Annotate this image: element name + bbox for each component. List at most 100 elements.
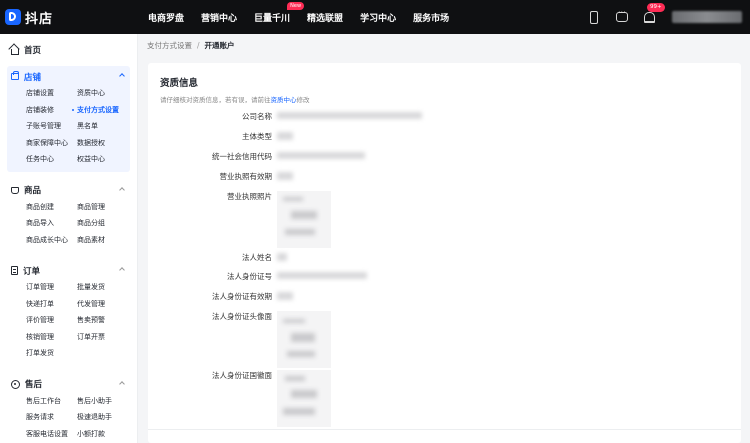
sidebar-item-order-manage[interactable]: 订单管理 [26,279,77,296]
field-license-validity: 营业执照有效期 [148,171,293,182]
after-sale-icon [11,379,20,389]
field-subject-type: 主体类型 [148,131,293,142]
sidebar-item-service-phone[interactable]: 客服电话设置 [26,426,77,443]
sidebar-item-sub-accounts[interactable]: 子账号管理 [26,118,77,135]
sidebar-item-task-center[interactable]: 任务中心 [26,151,77,168]
message-icon[interactable] [616,8,628,22]
sidebar-group-label: 商品 [24,186,42,196]
sidebar-item-after-sales-assistant[interactable]: 售后小助手 [77,393,137,410]
sidebar-item-product-materials[interactable]: 商品素材 [77,232,137,249]
redacted-value [277,132,293,140]
redacted-value [277,152,365,159]
sidebar-item-reviews[interactable]: 评价管理 [26,312,77,329]
sidebar-item-invoices[interactable]: 订单开票 [77,329,137,346]
sidebar-item-merchant-guarantee[interactable]: 商家保障中心 [26,135,77,152]
nav-item-alliance[interactable]: 精选联盟 [307,11,343,24]
sidebar-item-qualification-center[interactable]: 资质中心 [77,85,137,102]
bell-icon [644,12,655,23]
sidebar-item-product-import[interactable]: 商品导入 [26,215,77,232]
breadcrumb: 支付方式设置 / 开通账户 [139,34,750,58]
sidebar-item-dropship[interactable]: 代发管理 [77,296,137,313]
sidebar-item-benefits-center[interactable]: 权益中心 [77,151,137,168]
notification-bell[interactable]: 99+ [642,3,665,24]
sidebar-item-blacklist[interactable]: 黑名单 [77,118,137,135]
nav-item-qianchuan[interactable]: 巨量千川 New [254,1,305,24]
sidebar-item-small-payment[interactable]: 小额打款 [77,426,137,443]
field-label: 统一社会信用代码 [212,152,272,161]
top-navbar: 抖店 电商罗盘 营销中心 巨量千川 New 精选联盟 学习中心 服务市场 99+ [0,0,750,34]
user-account-menu[interactable] [672,11,742,23]
top-nav: 电商罗盘 营销中心 巨量千川 New 精选联盟 学习中心 服务市场 [148,1,466,24]
nav-item-service-market[interactable]: 服务市场 [413,11,449,24]
field-label: 公司名称 [242,112,272,121]
card-title: 资质信息 [160,78,199,89]
chevron-up-icon [119,380,125,387]
redacted-value [277,253,287,261]
id-front-thumbnail[interactable] [277,311,331,368]
field-label: 营业执照照片 [227,192,272,201]
sidebar-group-store-header[interactable]: 店铺 [7,68,130,85]
main-content: 支付方式设置 / 开通账户 资质信息 请仔细核对资质信息，若有误，请前往资质中心修改… [139,34,750,443]
nav-item-qianchuan-label: 巨量千川 [254,13,291,24]
sidebar-item-fast-refund[interactable]: 极速退助手 [77,409,137,426]
redacted-value [277,112,422,119]
sidebar-item-after-sales-desk[interactable]: 售后工作台 [26,393,77,410]
store-icon [11,71,19,80]
nav-item-marketing[interactable]: 营销中心 [201,11,237,24]
id-back-thumbnail[interactable] [277,370,331,427]
sidebar-group-orders-header[interactable]: 订单 [7,262,130,279]
field-label: 法人姓名 [242,253,272,262]
chevron-up-icon [119,267,125,273]
sidebar-item-express-print[interactable]: 快递打单 [26,296,77,313]
sidebar-item-data-authorization[interactable]: 数据授权 [77,135,137,152]
mobile-phone-icon[interactable] [590,10,598,24]
card-subtitle-prefix: 请仔细核对资质信息，若有误，请前往 [160,96,271,104]
redacted-value [277,272,367,279]
sidebar-group-store: 店铺 店铺设置 资质中心 店铺装修 支付方式设置 子账号管理 黑名单 商家保障中… [7,66,130,172]
sidebar-item-store-decoration[interactable]: 店铺装修 [26,102,77,119]
logo[interactable]: 抖店 [5,8,133,27]
redacted-value [277,292,293,300]
field-id-front: 法人身份证头像面 [148,311,331,368]
order-icon [11,266,18,275]
sidebar-item-service-requests[interactable]: 服务请求 [26,409,77,426]
field-label: 法人身份证有效期 [212,292,272,301]
sidebar-item-product-growth[interactable]: 商品成长中心 [26,232,77,249]
sidebar-item-batch-ship[interactable]: 批量发货 [77,279,137,296]
notification-count-badge: 99+ [647,3,665,12]
sidebar-item-verification[interactable]: 核销管理 [26,329,77,346]
sidebar-item-payment-settings[interactable]: 支付方式设置 [72,102,137,119]
nav-item-compass[interactable]: 电商罗盘 [148,11,184,24]
sidebar-item-product-groups[interactable]: 商品分组 [77,215,137,232]
sidebar-item-home[interactable]: 首页 [0,34,137,66]
sidebar-item-store-settings[interactable]: 店铺设置 [26,85,77,102]
field-license-photo: 营业执照照片 [148,191,331,248]
breadcrumb-current: 开通账户 [204,41,235,50]
field-label: 法人身份证号 [227,272,272,281]
sidebar-item-product-create[interactable]: 商品创建 [26,199,77,216]
field-label: 法人身份证头像面 [212,312,272,321]
sidebar-group-products-header[interactable]: 商品 [7,182,130,199]
sidebar-item-sales-warning[interactable]: 售卖预警 [77,312,137,329]
sidebar-group-after-sales-header[interactable]: 售后 [7,376,130,393]
qualification-card: 资质信息 请仔细核对资质信息，若有误，请前往资质中心修改 公司名称 主体类型 统… [148,63,741,443]
breadcrumb-separator: / [197,41,200,50]
sidebar: 首页 店铺 店铺设置 资质中心 店铺装修 支付方式设置 子账号管理 黑名单 商家… [0,34,138,443]
logo-text: 抖店 [25,11,54,27]
card-subtitle-suffix: 修改 [296,96,310,104]
sidebar-item-print-ship[interactable]: 打单发货 [26,345,77,362]
doudian-logo-icon [5,9,21,25]
nav-item-learning[interactable]: 学习中心 [360,11,396,24]
sidebar-home-label: 首页 [24,46,42,56]
field-id-back: 法人身份证国徽面 [148,370,331,427]
sidebar-group-products: 商品 商品创建 商品管理 商品导入 商品分组 商品成长中心 商品素材 [7,180,130,253]
sidebar-group-label: 售后 [25,380,43,390]
sidebar-item-product-manage[interactable]: 商品管理 [77,199,137,216]
qualification-center-link[interactable]: 资质中心 [271,96,297,104]
cart-icon [11,186,19,194]
breadcrumb-parent[interactable]: 支付方式设置 [147,41,192,50]
new-badge: New [287,1,305,10]
field-credit-code: 统一社会信用代码 [148,151,365,162]
divider [148,429,741,430]
license-photo-thumbnail[interactable] [277,191,331,248]
